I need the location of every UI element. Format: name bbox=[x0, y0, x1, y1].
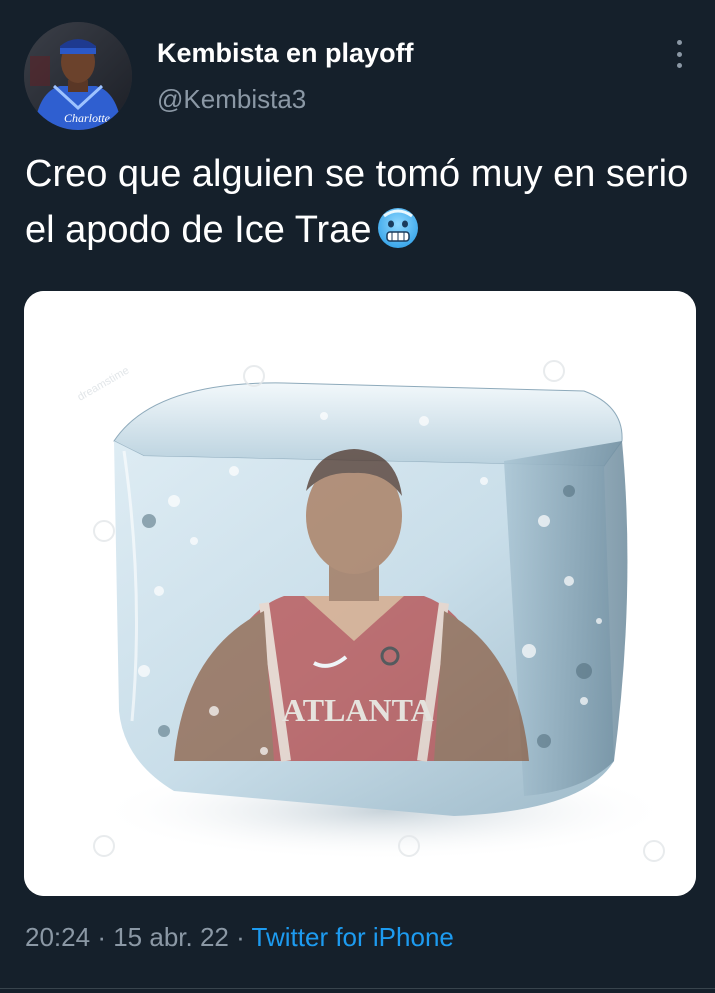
tweet-text: Creo que alguien se tomó muy en serio el… bbox=[25, 146, 695, 258]
dot bbox=[676, 51, 682, 57]
tweet-source-link[interactable]: Twitter for iPhone bbox=[252, 922, 454, 952]
avatar-jersey-text: Charlotte bbox=[64, 111, 111, 125]
divider bbox=[0, 988, 715, 989]
tweet-image[interactable]: ATLANTA dreamstime bbox=[24, 291, 696, 896]
cold-face-emoji-icon bbox=[378, 208, 419, 248]
dot bbox=[676, 63, 682, 68]
more-options-icon[interactable] bbox=[664, 36, 694, 72]
tweet-text-content: Creo que alguien se tomó muy en serio el… bbox=[25, 153, 689, 251]
tweet-time[interactable]: 20:24 bbox=[25, 922, 90, 952]
ice-cube-image: ATLANTA dreamstime bbox=[24, 291, 696, 896]
avatar[interactable]: Charlotte bbox=[24, 22, 132, 130]
meta-separator: · bbox=[236, 922, 245, 952]
author-handle[interactable]: @Kembista3 bbox=[157, 84, 306, 115]
dot bbox=[676, 40, 682, 45]
frozen-jersey-text: ATLANTA bbox=[282, 692, 434, 728]
avatar-image: Charlotte bbox=[24, 22, 132, 130]
meta-separator: · bbox=[97, 922, 106, 952]
tweet-meta: 20:24 · 15 abr. 22 · Twitter for iPhone bbox=[25, 922, 454, 953]
tweet: Charlotte Kembista en playoff @Kembista3… bbox=[0, 0, 715, 993]
tweet-date[interactable]: 15 abr. 22 bbox=[113, 922, 229, 952]
author-name[interactable]: Kembista en playoff bbox=[157, 38, 414, 69]
